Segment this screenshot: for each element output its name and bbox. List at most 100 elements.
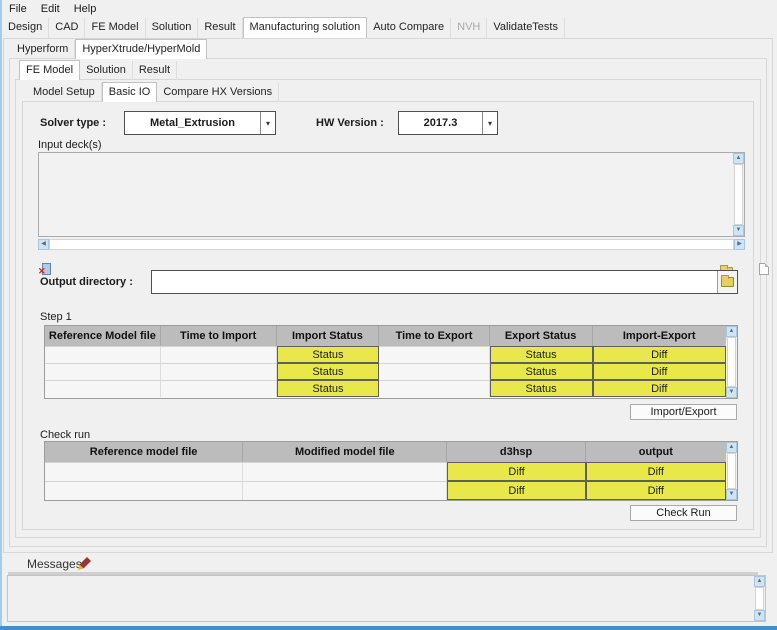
export-status-cell[interactable]: Status [490,363,593,380]
tab-hyperxtrude-hypermold[interactable]: HyperXtrude/HyperMold [75,39,207,59]
edit-pencil-icon[interactable] [78,556,92,570]
tab-nvh: NVH [451,18,487,38]
browse-folder-button[interactable] [717,271,737,293]
output-directory-input[interactable] [152,271,717,293]
time-to-import-cell [161,346,277,363]
table-row: Status Status Diff [45,346,726,363]
input-decks-vertical-scrollbar[interactable] [733,153,744,236]
menu-bar: File Edit Help [2,0,775,18]
menu-edit[interactable]: Edit [34,0,67,18]
hw-version-combo[interactable]: 2017.3 [398,111,498,135]
column-header: Reference Model file [45,326,161,346]
main-tab-bar: Design CAD FE Model Solution Result Manu… [2,18,565,38]
scrollbar-track[interactable] [727,453,736,489]
d3hsp-diff-cell[interactable]: Diff [447,462,585,481]
check-run-button[interactable]: Check Run [630,505,737,521]
scroll-down-icon[interactable] [726,387,737,398]
column-header: Import-Export [593,326,726,346]
table-row: Diff Diff [45,481,726,500]
step1-header-row: Reference Model file Time to Import Impo… [45,326,726,346]
tab-basic-io[interactable]: Basic IO [102,82,158,102]
check-run-table: Reference model file Modified model file… [44,441,738,501]
export-status-cell[interactable]: Status [490,380,593,397]
input-decks-label: Input deck(s) [38,138,102,152]
scrollbar-track[interactable] [49,239,734,250]
table-row: Diff Diff [45,462,726,481]
messages-box[interactable] [7,575,766,622]
time-to-export-cell [379,380,489,397]
tab-solution[interactable]: Solution [146,18,199,38]
tab-auto-compare[interactable]: Auto Compare [367,18,451,38]
step1-label: Step 1 [40,310,72,324]
scroll-up-icon[interactable] [726,442,737,453]
table-row: Status Status Diff [45,363,726,380]
reference-model-file-cell [45,481,243,500]
tab-result[interactable]: Result [198,18,242,38]
reference-model-file-cell [45,462,243,481]
tab-result-sub[interactable]: Result [133,61,177,80]
solver-type-value: Metal_Extrusion [125,117,260,129]
import-status-cell[interactable]: Status [277,363,380,380]
scrollbar-track[interactable] [727,337,736,387]
reference-model-file-cell [45,380,161,397]
column-header: d3hsp [447,442,585,462]
scroll-left-icon[interactable] [38,239,49,250]
tab-validatetests[interactable]: ValidateTests [487,18,565,38]
import-status-cell[interactable]: Status [277,380,380,397]
scroll-up-icon[interactable] [726,326,737,337]
tab-model-setup[interactable]: Model Setup [27,83,102,102]
application-window: File Edit Help Design CAD FE Model Solut… [0,0,777,630]
tab-fe-model-sub[interactable]: FE Model [19,60,80,80]
scroll-up-icon[interactable] [754,576,765,587]
scrollbar-track[interactable] [755,587,764,610]
add-file-icon[interactable] [759,263,769,275]
solver-type-label: Solver type : [40,111,106,135]
column-header: output [586,442,726,462]
output-diff-cell[interactable]: Diff [586,462,726,481]
time-to-import-cell [161,380,277,397]
tab-hyperform[interactable]: Hyperform [11,40,75,59]
import-export-diff-cell[interactable]: Diff [593,380,726,397]
modified-model-file-cell [243,481,447,500]
input-decks-horizontal-scrollbar[interactable] [38,239,745,250]
check-run-table-scrollbar[interactable] [726,442,737,500]
window-border-bottom [0,626,777,630]
export-status-cell[interactable]: Status [490,346,593,363]
step1-table-scrollbar[interactable] [726,326,737,398]
chevron-down-icon[interactable] [482,112,497,134]
hw-version-value: 2017.3 [399,117,482,129]
menu-file[interactable]: File [2,0,34,18]
model-tab-bar: FE Model Solution Result [19,61,177,80]
messages-scrollbar[interactable] [754,576,765,621]
scroll-up-icon[interactable] [733,153,744,164]
scroll-down-icon[interactable] [733,225,744,236]
step1-table: Reference Model file Time to Import Impo… [44,325,738,399]
reference-model-file-cell [45,346,161,363]
scroll-down-icon[interactable] [754,610,765,621]
scroll-down-icon[interactable] [726,489,737,500]
tab-cad[interactable]: CAD [49,18,85,38]
column-header: Modified model file [243,442,447,462]
scrollbar-track[interactable] [734,164,743,225]
import-export-button[interactable]: Import/Export [630,404,737,420]
tab-fe-model[interactable]: FE Model [85,18,145,38]
tab-design[interactable]: Design [2,18,49,38]
time-to-import-cell [161,363,277,380]
tab-compare-hx-versions[interactable]: Compare HX Versions [157,83,279,102]
open-folder-icon [721,277,734,287]
output-diff-cell[interactable]: Diff [586,481,726,500]
output-directory-label: Output directory : [40,270,133,294]
tab-solution-sub[interactable]: Solution [80,61,133,80]
menu-help[interactable]: Help [67,0,104,18]
check-run-label: Check run [40,428,90,442]
tab-manufacturing-solution[interactable]: Manufacturing solution [243,17,368,38]
import-export-diff-cell[interactable]: Diff [593,346,726,363]
input-decks-list[interactable] [38,152,745,237]
column-header: Export Status [490,326,593,346]
scroll-right-icon[interactable] [734,239,745,250]
import-export-diff-cell[interactable]: Diff [593,363,726,380]
solver-type-combo[interactable]: Metal_Extrusion [124,111,276,135]
chevron-down-icon[interactable] [260,112,275,134]
d3hsp-diff-cell[interactable]: Diff [447,481,585,500]
import-status-cell[interactable]: Status [277,346,380,363]
